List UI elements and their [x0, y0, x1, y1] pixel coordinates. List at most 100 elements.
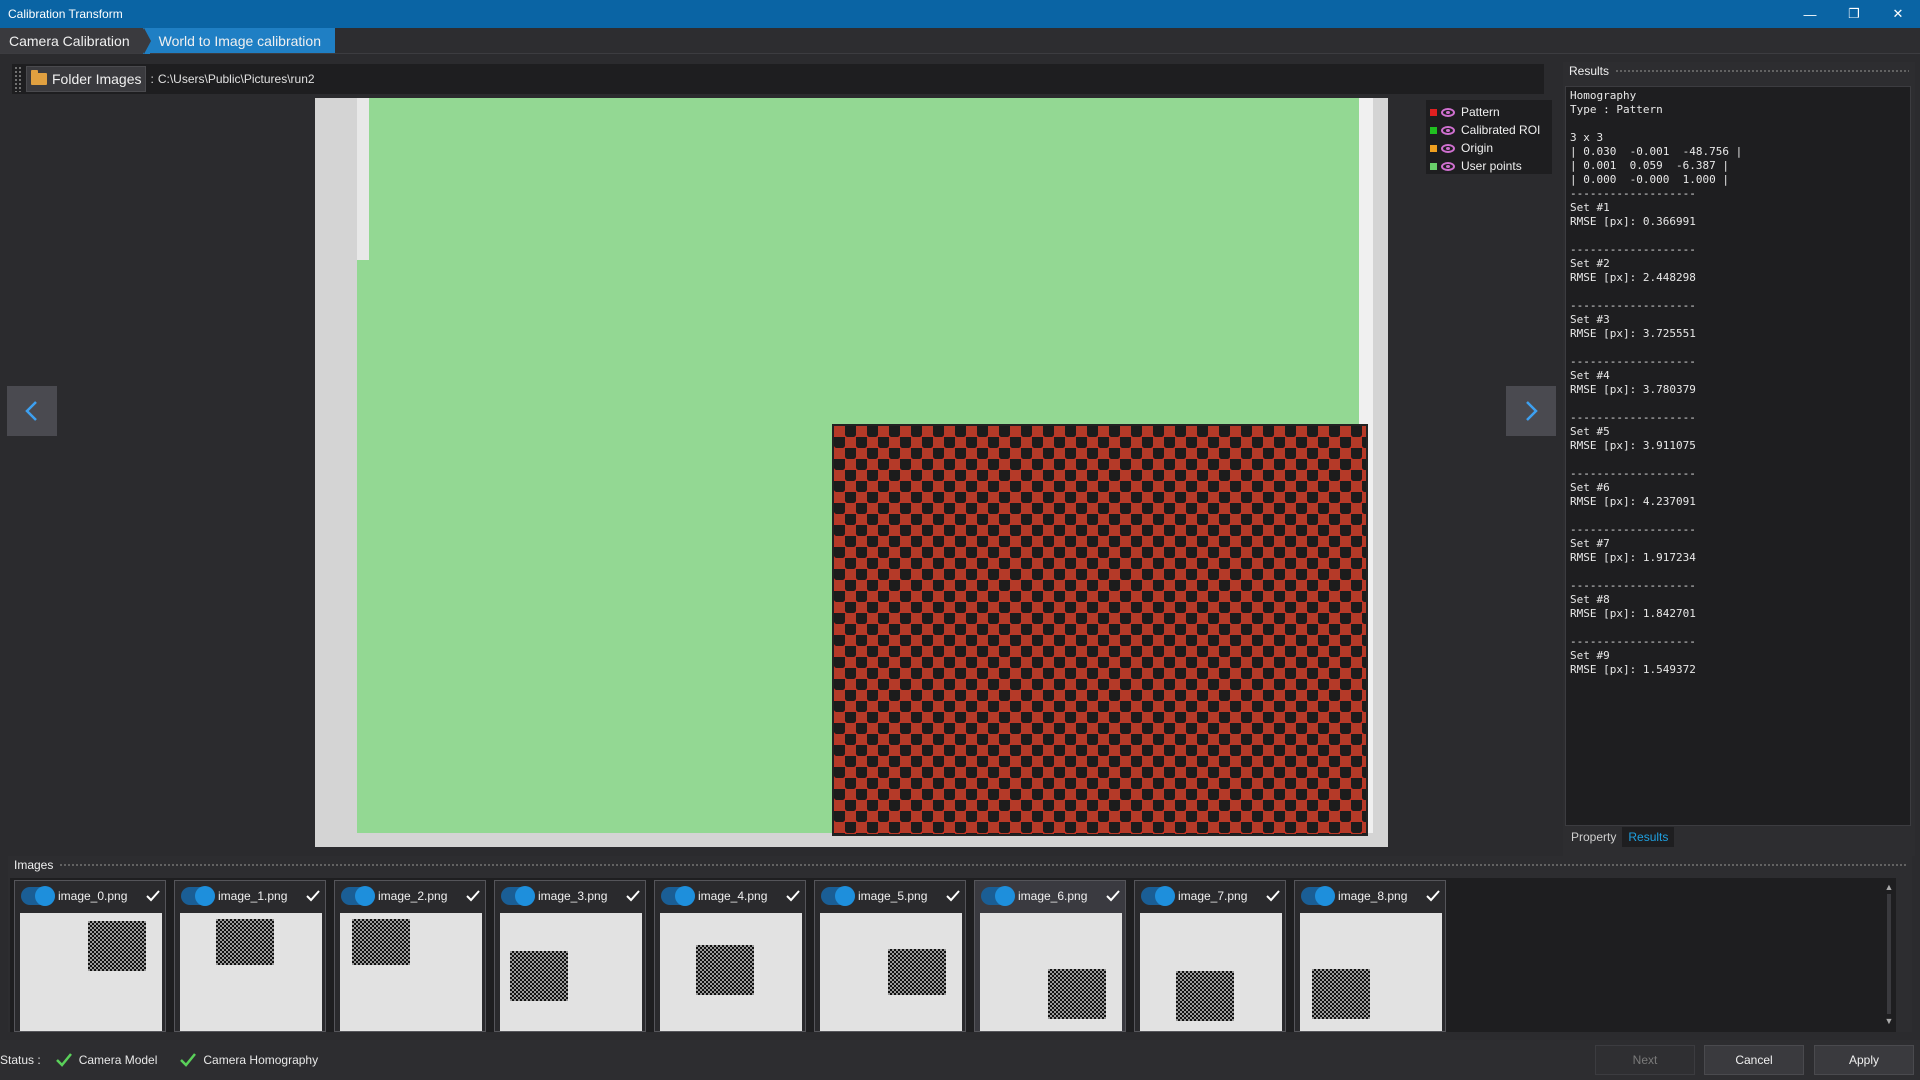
toggle-knob — [995, 886, 1015, 906]
user-points-color-swatch — [1430, 162, 1437, 170]
toggle-knob — [355, 886, 375, 906]
legend-item-calibrated-roi[interactable]: Calibrated ROI — [1430, 121, 1548, 139]
legend-item-user-points[interactable]: User points — [1430, 157, 1548, 175]
results-panel-title: Results — [1569, 64, 1610, 78]
previous-image-button[interactable] — [7, 386, 57, 436]
thumbnail-header: image_7.png — [1135, 881, 1285, 911]
path-separator: : — [150, 72, 154, 86]
window-title: Calibration Transform — [8, 7, 123, 21]
results-text: Homography Type : Pattern 3 x 3 | 0.030 … — [1565, 86, 1911, 826]
thumbnail-pattern — [1048, 969, 1106, 1019]
thumbnail-scrollbar[interactable]: ▲ ▼ — [1884, 882, 1894, 1028]
check-icon — [146, 890, 160, 902]
toggle-knob — [1155, 886, 1175, 906]
status-label: Status : — [0, 1053, 41, 1067]
thumbnail-image — [1140, 913, 1282, 1031]
chevron-left-icon — [25, 401, 37, 421]
check-icon — [180, 1053, 197, 1067]
status-item-label: Camera Model — [78, 1053, 158, 1067]
eye-icon[interactable] — [1441, 107, 1455, 117]
thumbnail-pattern — [696, 945, 754, 995]
thumbnail-header: image_0.png — [15, 881, 165, 911]
thumbnail-image — [660, 913, 802, 1031]
eye-icon[interactable] — [1441, 125, 1455, 135]
thumbnail-header: image_5.png — [815, 881, 965, 911]
image-thumbnail[interactable]: image_8.png — [1294, 880, 1446, 1032]
toolbar-grip-icon[interactable] — [14, 66, 22, 92]
thumbnail-pattern — [510, 951, 568, 1001]
thumbnail-filename: image_3.png — [538, 889, 608, 903]
thumbnail-image — [20, 913, 162, 1031]
next-image-button[interactable] — [1506, 386, 1556, 436]
thumbnail-filename: image_8.png — [1338, 889, 1408, 903]
legend-label: Origin — [1461, 141, 1494, 155]
image-enable-toggle[interactable] — [501, 886, 535, 906]
scroll-track[interactable] — [1887, 894, 1891, 1014]
thumbnail-image — [340, 913, 482, 1031]
scroll-down-icon[interactable]: ▼ — [1884, 1016, 1894, 1026]
image-enable-toggle[interactable] — [981, 886, 1015, 906]
thumbnail-pattern — [1176, 971, 1234, 1021]
apply-button[interactable]: Apply — [1814, 1045, 1914, 1075]
image-thumbnail[interactable]: image_0.png — [14, 880, 166, 1032]
image-enable-toggle[interactable] — [1141, 886, 1175, 906]
image-enable-toggle[interactable] — [661, 886, 695, 906]
image-thumbnail[interactable]: image_2.png — [334, 880, 486, 1032]
panel-grip[interactable] — [59, 862, 1906, 868]
thumbnail-header: image_6.png — [975, 881, 1125, 911]
panel-grip[interactable] — [1615, 68, 1909, 74]
next-button[interactable]: Next — [1595, 1045, 1695, 1075]
legend-item-pattern[interactable]: Pattern — [1430, 103, 1548, 121]
check-icon — [1426, 890, 1440, 902]
eye-icon[interactable] — [1441, 143, 1455, 153]
minimize-icon[interactable]: — — [1788, 0, 1832, 28]
toggle-knob — [675, 886, 695, 906]
thumbnail-pattern — [1312, 969, 1370, 1019]
image-thumbnail[interactable]: image_1.png — [174, 880, 326, 1032]
pattern-overlay — [832, 424, 1368, 836]
legend-item-origin[interactable]: Origin — [1430, 139, 1548, 157]
thumbnail-filename: image_0.png — [58, 889, 128, 903]
image-enable-toggle[interactable] — [341, 886, 375, 906]
image-thumbnail[interactable]: image_5.png — [814, 880, 966, 1032]
thumbnail-pattern — [88, 921, 146, 971]
tab-world-to-image-calibration[interactable]: World to Image calibration — [142, 28, 335, 54]
close-icon[interactable]: ✕ — [1876, 0, 1920, 28]
images-panel-header: Images — [8, 856, 1912, 874]
thumbnail-image — [180, 913, 322, 1031]
pattern-color-swatch — [1430, 108, 1437, 116]
toggle-knob — [515, 886, 535, 906]
eye-icon[interactable] — [1441, 161, 1455, 171]
toggle-knob — [1315, 886, 1335, 906]
image-thumbnail[interactable]: image_7.png — [1134, 880, 1286, 1032]
scroll-up-icon[interactable]: ▲ — [1884, 882, 1894, 892]
image-enable-toggle[interactable] — [181, 886, 215, 906]
folder-icon — [31, 70, 47, 85]
thumbnail-filename: image_4.png — [698, 889, 768, 903]
image-enable-toggle[interactable] — [1301, 886, 1335, 906]
tab-camera-calibration[interactable]: Camera Calibration — [0, 28, 151, 54]
image-thumbnail[interactable]: image_4.png — [654, 880, 806, 1032]
image-thumbnail[interactable]: image_3.png — [494, 880, 646, 1032]
image-thumbnail[interactable]: image_6.png — [974, 880, 1126, 1032]
thumbnail-pattern — [216, 919, 274, 965]
thumbnail-filename: image_2.png — [378, 889, 448, 903]
check-icon — [626, 890, 640, 902]
restore-icon[interactable]: ❐ — [1832, 0, 1876, 28]
folder-path-text: C:\Users\Public\Pictures\run2 — [157, 72, 315, 86]
cancel-button[interactable]: Cancel — [1704, 1045, 1804, 1075]
folder-images-label: Folder Images — [52, 71, 142, 87]
folder-images-button[interactable]: Folder Images — [26, 66, 147, 92]
status-camera-model: Camera Model — [55, 1052, 158, 1068]
thumbnail-header: image_1.png — [175, 881, 325, 911]
calibration-image-canvas[interactable] — [315, 98, 1388, 847]
thumbnail-filename: image_1.png — [218, 889, 288, 903]
tab-results[interactable]: Results — [1622, 827, 1675, 847]
thumbnail-image — [1300, 913, 1442, 1031]
image-enable-toggle[interactable] — [21, 886, 55, 906]
toggle-knob — [195, 886, 215, 906]
breadcrumb-tabs: Camera Calibration World to Image calibr… — [0, 28, 1920, 54]
image-enable-toggle[interactable] — [821, 886, 855, 906]
legend-label: Pattern — [1461, 105, 1500, 119]
tab-property[interactable]: Property — [1565, 827, 1622, 847]
